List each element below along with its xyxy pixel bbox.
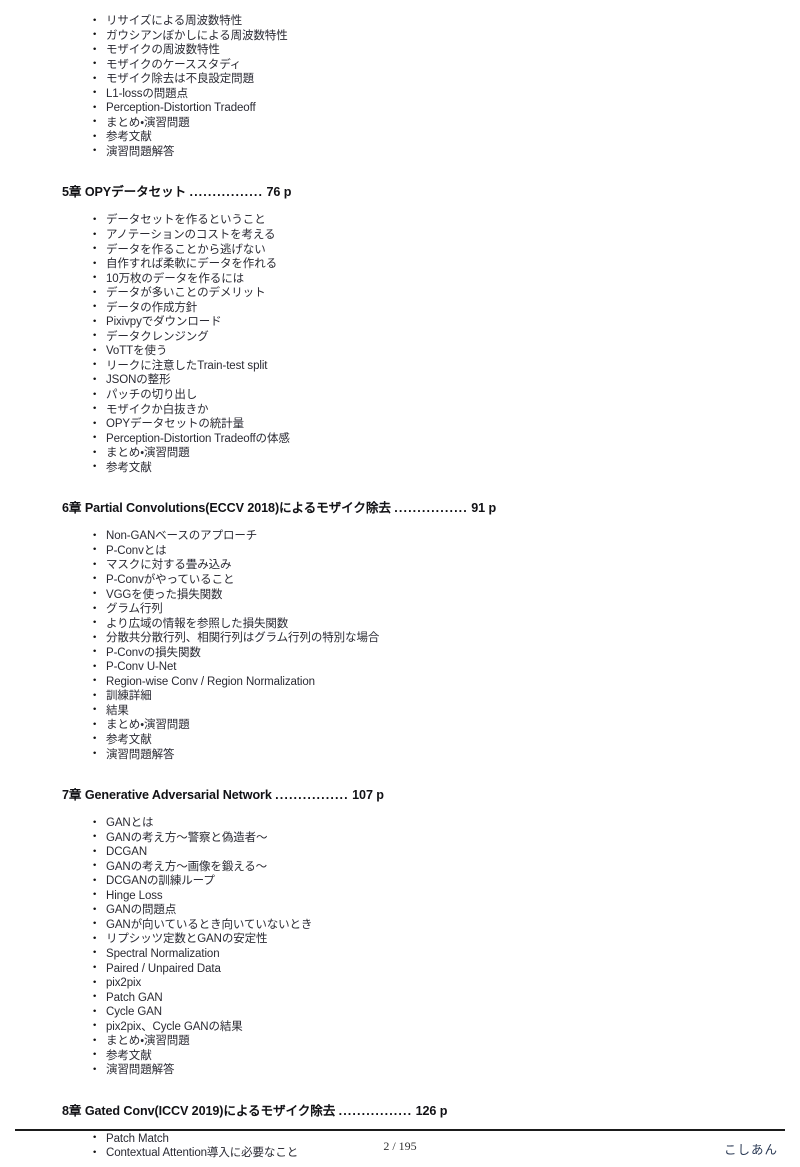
toc-entry[interactable]: Non-GANベースのアプローチ xyxy=(62,529,762,544)
toc-entry[interactable]: Hinge Loss xyxy=(62,888,762,904)
toc-entry[interactable]: 演習問題解答 xyxy=(62,747,762,763)
chapter-title: Partial Convolutions(ECCV 2018)によるモザイク除去 xyxy=(84,501,391,516)
toc-entry[interactable]: 自作すれば柔軟にデータを作れる xyxy=(62,257,762,272)
toc-entry[interactable]: VGGを使った損失関数 xyxy=(62,587,762,603)
toc-section-list: Non-GANベースのアプローチP-Convとはマスクに対する畳み込みP-Con… xyxy=(62,529,762,762)
toc-entry[interactable]: 10万枚のデータを作るには xyxy=(62,271,762,287)
author-name: こしあん xyxy=(723,1143,778,1157)
toc-entry[interactable]: グラム行列 xyxy=(62,602,762,617)
toc-section-list: データセットを作るということアノテーションのコストを考えるデータを作ることから逃… xyxy=(62,213,762,475)
toc-entry[interactable]: P-Convがやっていること xyxy=(62,572,762,588)
toc-entry[interactable]: 結果 xyxy=(62,703,762,719)
chapter-number: 8章 xyxy=(62,1103,82,1118)
toc-entry[interactable]: モザイクの周波数特性 xyxy=(62,43,762,58)
toc-entry[interactable]: リークに注意したTrain-test split xyxy=(62,358,762,374)
toc-entry[interactable]: 演習問題解答 xyxy=(62,144,762,160)
toc-entry[interactable]: データを作ることから逃げない xyxy=(62,242,762,258)
toc-entry[interactable]: データが多いことのデメリット xyxy=(62,286,762,301)
toc-entry[interactable]: ガウシアンぼかしによる周波数特性 xyxy=(62,28,762,44)
toc-entry[interactable]: L1-lossの問題点 xyxy=(62,86,762,102)
chapter-number: 6章 xyxy=(62,501,82,516)
toc-entry[interactable]: Spectral Normalization xyxy=(62,946,762,962)
toc-section-list: GANとはGANの考え方〜警察と偽造者〜DCGANGANの考え方〜画像を鍛える〜… xyxy=(62,816,762,1078)
toc-entry[interactable]: GANの問題点 xyxy=(62,903,762,918)
chapter-page-number: 107 p xyxy=(352,788,384,803)
chapter-title: OPYデータセット xyxy=(84,185,187,200)
toc-entry[interactable]: モザイク除去は不良設定問題 xyxy=(62,72,762,87)
chapter-page-number: 126 p xyxy=(415,1103,448,1118)
footer-divider xyxy=(15,1129,785,1131)
dot-leader: ................ xyxy=(338,1103,413,1118)
toc-entry[interactable]: モザイクか白抜きか xyxy=(62,402,762,418)
toc-entry[interactable]: まとめ・演習問題 xyxy=(62,115,762,131)
toc-entry[interactable]: P-Convとは xyxy=(62,543,762,559)
toc-entry[interactable]: アノテーションのコストを考える xyxy=(62,228,762,243)
toc-entry[interactable]: 訓練詳細 xyxy=(62,689,762,704)
toc-entry[interactable]: 演習問題解答 xyxy=(62,1063,762,1078)
toc-entry[interactable]: 参考文献 xyxy=(62,130,762,145)
toc-entry[interactable]: リサイズによる周波数特性 xyxy=(62,14,762,29)
toc-entry[interactable]: VoTTを使う xyxy=(62,344,762,359)
dot-leader: ................ xyxy=(189,185,264,200)
page-footer: 2 / 195 こしあん xyxy=(0,1136,800,1162)
toc-entry[interactable]: JSONの整形 xyxy=(62,373,762,388)
toc-entry[interactable]: より広域の情報を参照した損失関数 xyxy=(62,616,762,632)
toc-entry[interactable]: Perception-Distortion Tradeoff xyxy=(62,101,762,116)
toc-entry[interactable]: GANが向いているとき向いていないとき xyxy=(62,917,762,933)
toc-entry[interactable]: リプシッツ定数とGANの安定性 xyxy=(62,932,762,947)
toc-entry[interactable]: データセットを作るということ xyxy=(62,213,762,228)
toc-entry[interactable]: マスクに対する畳み込み xyxy=(62,558,762,573)
toc-entry[interactable]: データの作成方針 xyxy=(62,300,762,316)
chapter-heading: 6章 Partial Convolutions(ECCV 2018)によるモザイ… xyxy=(62,497,762,516)
toc-entry[interactable]: DCGAN xyxy=(62,845,762,860)
toc-entry[interactable]: 参考文献 xyxy=(62,460,762,476)
chapter-title: Gated Conv(ICCV 2019)によるモザイク除去 xyxy=(84,1103,336,1118)
toc-content: リサイズによる周波数特性ガウシアンぼかしによる周波数特性モザイクの周波数特性モザ… xyxy=(62,14,762,1161)
toc-entry[interactable]: GANの考え方〜画像を鍛える〜 xyxy=(62,859,762,875)
toc-entry[interactable]: パッチの切り出し xyxy=(62,388,762,403)
toc-entry[interactable]: データクレンジング xyxy=(62,329,762,345)
toc-entry[interactable]: P-Convの損失関数 xyxy=(62,645,762,661)
toc-entry[interactable]: DCGANの訓練ループ xyxy=(62,874,762,889)
toc-entry[interactable]: Paired / Unpaired Data xyxy=(62,961,762,977)
toc-entry[interactable]: まとめ・演習問題 xyxy=(62,718,762,733)
toc-entry[interactable]: Perception-Distortion Tradeoffの体感 xyxy=(62,431,762,447)
toc-entry[interactable]: Pixivpyでダウンロード xyxy=(62,315,762,330)
toc-section-list: リサイズによる周波数特性ガウシアンぼかしによる周波数特性モザイクの周波数特性モザ… xyxy=(62,14,762,159)
toc-entry[interactable]: GANとは xyxy=(62,816,762,831)
chapter-number: 7章 xyxy=(62,788,82,803)
toc-entry[interactable]: まとめ・演習問題 xyxy=(62,1034,762,1049)
toc-entry[interactable]: モザイクのケーススタディ xyxy=(62,57,762,73)
toc-entry[interactable]: Region-wise Conv / Region Normalization xyxy=(62,674,762,690)
toc-entry[interactable]: 参考文献 xyxy=(62,732,762,748)
toc-entry[interactable]: P-Conv U-Net xyxy=(62,660,762,675)
toc-entry[interactable]: Patch GAN xyxy=(62,990,762,1006)
chapter-heading: 5章 OPYデータセット ................ 76 p xyxy=(62,181,762,200)
toc-entry[interactable]: pix2pix xyxy=(62,976,762,991)
chapter-heading: 8章 Gated Conv(ICCV 2019)によるモザイク除去 ......… xyxy=(62,1100,762,1119)
chapter-heading: 7章 Generative Adversarial Network ......… xyxy=(62,784,762,803)
chapter-title: Generative Adversarial Network xyxy=(84,788,272,803)
toc-entry[interactable]: 分散共分散行列、相関行列はグラム行列の特別な場合 xyxy=(62,631,762,646)
chapter-page-number: 76 p xyxy=(266,185,292,200)
toc-entry[interactable]: Cycle GAN xyxy=(62,1005,762,1020)
toc-entry[interactable]: pix2pix、Cycle GANの結果 xyxy=(62,1019,762,1035)
toc-entry[interactable]: GANの考え方〜警察と偽造者〜 xyxy=(62,830,762,846)
chapter-page-number: 91 p xyxy=(471,501,497,516)
dot-leader: ................ xyxy=(275,788,349,803)
toc-entry[interactable]: OPYデータセットの統計量 xyxy=(62,417,762,432)
toc-entry[interactable]: まとめ・演習問題 xyxy=(62,446,762,461)
toc-entry[interactable]: 参考文献 xyxy=(62,1048,762,1064)
document-page: リサイズによる周波数特性ガウシアンぼかしによる周波数特性モザイクの周波数特性モザ… xyxy=(0,0,800,1167)
chapter-number: 5章 xyxy=(62,185,82,200)
dot-leader: ................ xyxy=(394,501,468,516)
page-number: 2 / 195 xyxy=(383,1139,417,1153)
